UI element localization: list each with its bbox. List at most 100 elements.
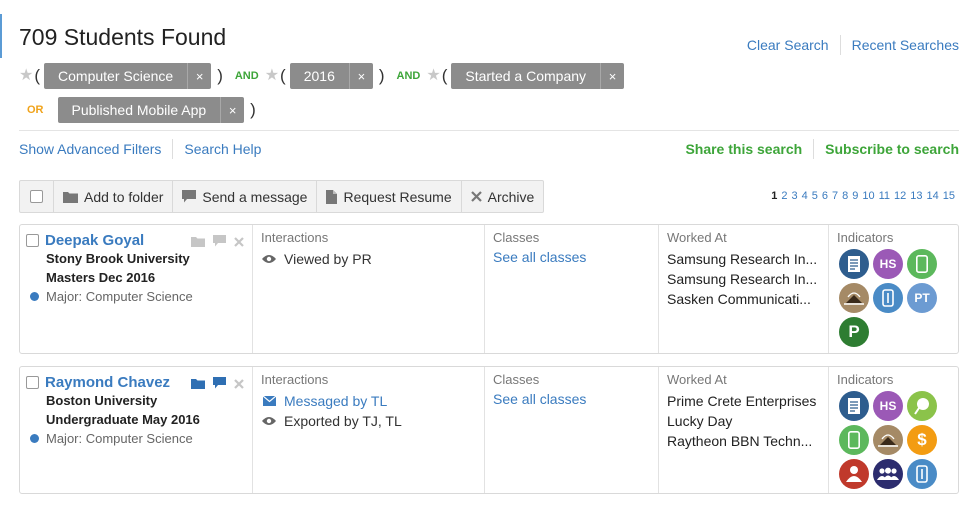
close-icon[interactable]: ×	[187, 63, 211, 89]
classes-header: Classes	[493, 230, 540, 245]
page-current: 1	[771, 190, 778, 202]
student-info: Raymond Chavez Boston University Undergr…	[20, 367, 253, 493]
student-checkbox[interactable]	[26, 234, 39, 247]
top-links: Clear Search Recent Searches	[747, 35, 959, 55]
chip-label[interactable]: 2016	[290, 63, 349, 89]
close-icon[interactable]: ×	[220, 97, 244, 123]
leader-icon[interactable]	[839, 459, 869, 489]
archive-button[interactable]: Archive	[462, 181, 544, 212]
group-icon[interactable]	[873, 459, 903, 489]
close-icon[interactable]: ×	[348, 63, 373, 89]
add-to-folder-button[interactable]: Add to folder	[54, 181, 174, 212]
part-time-icon[interactable]: PT	[907, 283, 937, 313]
work-icon[interactable]	[907, 459, 937, 489]
close-paren: )	[378, 66, 385, 85]
page-link[interactable]: 12	[894, 190, 906, 202]
open-paren: (	[441, 66, 448, 85]
student-checkbox[interactable]	[26, 376, 39, 389]
page-link[interactable]: 4	[802, 190, 808, 202]
page-link[interactable]: 3	[791, 190, 797, 202]
page-link[interactable]: 9	[852, 190, 858, 202]
folder-icon[interactable]	[191, 234, 205, 250]
page-link[interactable]: 8	[842, 190, 848, 202]
status-dot	[30, 434, 39, 443]
employer: Samsung Research In...	[667, 271, 818, 287]
student-actions	[191, 376, 244, 392]
student-name-link[interactable]: Raymond Chavez	[45, 374, 170, 391]
operator-or[interactable]: OR	[27, 104, 44, 116]
close-icon[interactable]: ×	[600, 63, 624, 89]
page-link[interactable]: 13	[910, 190, 922, 202]
divider	[19, 130, 959, 131]
page-link[interactable]: 2	[781, 190, 787, 202]
archive-x-icon[interactable]	[234, 234, 244, 250]
close-paren: )	[217, 66, 223, 85]
star-icon[interactable]: ★	[265, 68, 279, 84]
student-name-link[interactable]: Deepak Goyal	[45, 232, 144, 249]
open-paren: (	[34, 66, 41, 85]
idea-icon[interactable]	[907, 391, 937, 421]
page-link[interactable]: 6	[822, 190, 828, 202]
query-chip-started-company: Started a Company ×	[451, 63, 625, 89]
academic-icon[interactable]	[873, 425, 903, 455]
page-link[interactable]: 7	[832, 190, 838, 202]
subscribe-search-link[interactable]: Subscribe to search	[825, 141, 959, 157]
mobile-icon[interactable]	[839, 425, 869, 455]
page-link[interactable]: 11	[879, 190, 890, 202]
employer: Prime Crete Enterprises	[667, 393, 817, 409]
advanced-filters-link[interactable]: Show Advanced Filters	[19, 141, 161, 157]
resume-icon[interactable]	[839, 249, 869, 279]
select-all-checkbox[interactable]	[30, 190, 43, 203]
request-resume-button[interactable]: Request Resume	[317, 181, 462, 212]
student-school: Stony Brook University	[46, 251, 190, 266]
archive-x-icon[interactable]	[234, 376, 244, 392]
indicators-header: Indicators	[837, 230, 894, 245]
classes-column: Classes See all classes	[485, 225, 659, 353]
see-all-classes-link[interactable]: See all classes	[493, 249, 586, 265]
student-card: Deepak Goyal Stony Brook University Mast…	[19, 224, 959, 354]
interaction-text: Viewed by PR	[284, 251, 372, 267]
operator-and[interactable]: AND	[397, 70, 421, 82]
money-icon[interactable]: $	[907, 425, 937, 455]
patent-icon[interactable]: P	[839, 317, 869, 347]
star-icon[interactable]: ★	[19, 68, 33, 84]
work-icon[interactable]	[873, 283, 903, 313]
student-actions	[191, 234, 244, 250]
interaction-item: Viewed by PR	[261, 249, 476, 269]
indicator-grid: HS $	[839, 391, 950, 489]
interactions-header: Interactions	[261, 372, 329, 387]
clear-search-link[interactable]: Clear Search	[747, 37, 829, 53]
resume-icon[interactable]	[839, 391, 869, 421]
indicators-column: Indicators HS $	[829, 367, 958, 493]
mobile-icon[interactable]	[907, 249, 937, 279]
interaction-item[interactable]: Messaged by TL	[261, 391, 476, 411]
operator-and[interactable]: AND	[235, 70, 259, 82]
see-all-classes-link[interactable]: See all classes	[493, 391, 586, 407]
message-icon[interactable]	[213, 376, 226, 392]
high-school-icon[interactable]: HS	[873, 391, 903, 421]
indicator-grid: HS PT P	[839, 249, 950, 347]
share-search-link[interactable]: Share this search	[685, 141, 802, 157]
page-link[interactable]: 10	[862, 190, 874, 202]
send-message-button[interactable]: Send a message	[173, 181, 318, 212]
academic-icon[interactable]	[839, 283, 869, 313]
chip-label[interactable]: Computer Science	[44, 63, 187, 89]
folder-icon[interactable]	[191, 376, 205, 392]
chip-label[interactable]: Published Mobile App	[58, 97, 221, 123]
open-paren: (	[280, 66, 286, 85]
divider	[839, 35, 841, 55]
worked-at-column: Worked At Samsung Research In... Samsung…	[659, 225, 829, 353]
query-chip-computer-science: Computer Science ×	[44, 63, 212, 89]
star-icon[interactable]: ★	[426, 68, 440, 84]
page-link[interactable]: 15	[943, 190, 955, 202]
high-school-icon[interactable]: HS	[873, 249, 903, 279]
indicators-column: Indicators HS PT P	[829, 225, 958, 353]
recent-searches-link[interactable]: Recent Searches	[852, 37, 959, 53]
divider	[172, 139, 174, 159]
query-row-2: OR Published Mobile App × )	[19, 96, 264, 124]
chip-label[interactable]: Started a Company	[451, 63, 600, 89]
page-link[interactable]: 14	[927, 190, 939, 202]
search-help-link[interactable]: Search Help	[184, 141, 261, 157]
message-icon[interactable]	[213, 234, 226, 250]
page-link[interactable]: 5	[812, 190, 818, 202]
